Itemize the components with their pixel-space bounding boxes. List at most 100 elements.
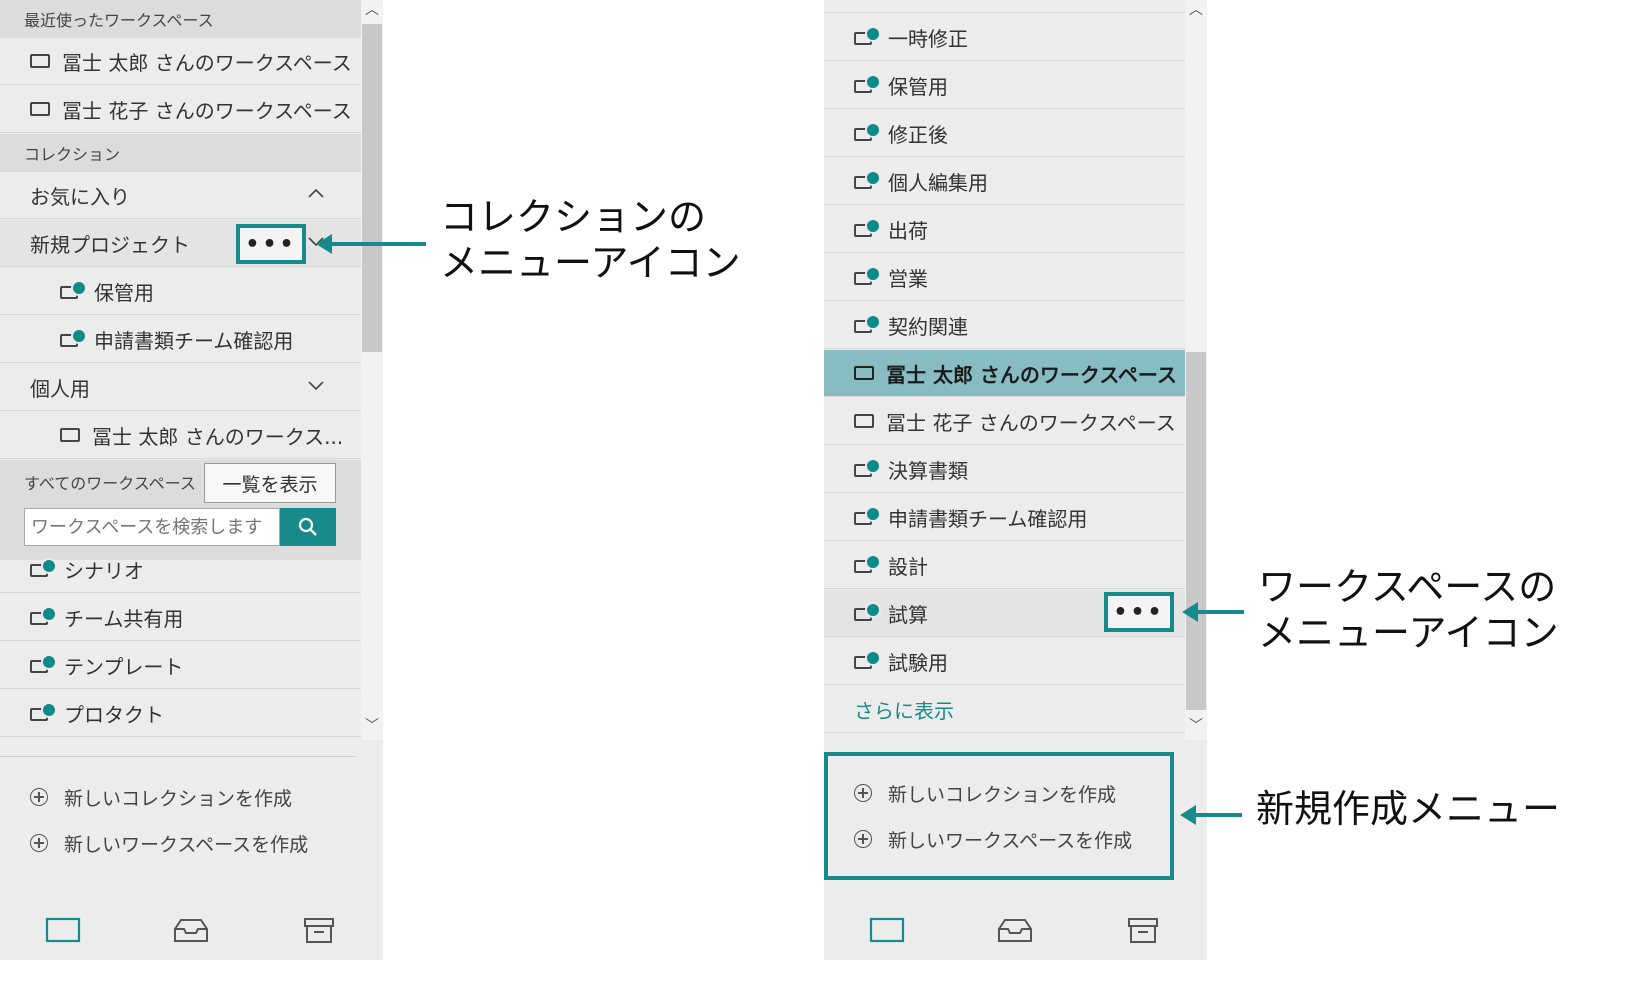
workspace-label: 保管用: [888, 74, 948, 99]
workspace-icon: [30, 102, 50, 116]
workspace-item[interactable]: チーム共有用: [0, 594, 361, 641]
scrollbar[interactable]: ︿ ﹀: [1185, 0, 1207, 740]
collections-header: コレクション: [0, 134, 361, 172]
collection-menu-button[interactable]: •••: [236, 224, 306, 264]
scroll-up-arrow[interactable]: ︿: [361, 0, 383, 20]
search-input[interactable]: [24, 508, 280, 546]
workspace-tab-icon[interactable]: [868, 915, 908, 945]
shared-workspace-icon: [30, 558, 57, 578]
workspace-item[interactable]: シナリオ: [0, 546, 361, 593]
workspace-item[interactable]: 決算書類: [824, 446, 1185, 493]
recent-workspaces-header: 最近使ったワークスペース: [0, 0, 361, 38]
workspace-item[interactable]: テンプレート: [0, 642, 361, 689]
collection-child-item[interactable]: 保管用: [0, 268, 361, 315]
bottom-tab-bar: [824, 900, 1207, 960]
create-menu-callout: 新規作成メニュー: [1256, 786, 1560, 832]
shared-workspace-icon: [60, 280, 87, 300]
workspace-label: 申請書類チーム確認用: [94, 328, 294, 353]
workspace-item-selected[interactable]: 冨士 太郎 さんのワークスペース: [824, 350, 1185, 397]
collection-child-item[interactable]: 申請書類チーム確認用: [0, 316, 361, 363]
workspace-item[interactable]: 保管用: [824, 62, 1185, 109]
callout-arrow: [1180, 805, 1242, 825]
workspace-label: チーム共有用: [64, 606, 184, 631]
scroll-down-arrow[interactable]: ﹀: [1185, 716, 1207, 736]
workspace-label: 出荷: [888, 218, 928, 243]
workspace-label: 修正後: [888, 122, 948, 147]
shared-workspace-icon: [854, 74, 881, 94]
workspace-icon: [30, 54, 50, 68]
inbox-tab-icon[interactable]: [171, 915, 211, 945]
shared-workspace-icon: [30, 702, 57, 722]
workspace-item[interactable]: 試験用: [824, 638, 1185, 685]
shared-workspace-icon: [854, 266, 881, 286]
callout-arrow: [1182, 602, 1244, 622]
workspace-item[interactable]: 一時修正: [824, 14, 1185, 61]
shared-workspace-icon: [854, 458, 881, 478]
scrollbar-thumb[interactable]: [1186, 352, 1206, 710]
workspace-label: 設計: [888, 554, 928, 579]
scroll-down-arrow[interactable]: ﹀: [361, 716, 383, 736]
workspace-label: 保管用: [94, 280, 154, 305]
workspace-item[interactable]: プロタクト: [0, 690, 361, 737]
bottom-tab-bar: [0, 900, 383, 960]
recent-header-label: 最近使ったワークスペース: [24, 11, 214, 30]
workspace-label: 試験用: [888, 650, 948, 675]
inbox-tab-icon[interactable]: [995, 915, 1035, 945]
workspace-panel-left: 最近使ったワークスペース 冨士 太郎 さんのワークスペース 冨士 花子 さんのワ…: [0, 0, 383, 960]
workspace-item[interactable]: 設計: [824, 542, 1185, 589]
workspace-label: テンプレート: [64, 654, 184, 679]
recent-item-label: 冨士 花子 さんのワークスペース: [62, 98, 352, 123]
workspace-item[interactable]: 営業: [824, 254, 1185, 301]
recent-item[interactable]: 冨士 太郎 さんのワークスペース: [0, 38, 361, 85]
shared-workspace-icon: [854, 170, 881, 190]
callout-line: メニューアイコン: [1258, 611, 1559, 655]
archive-tab-icon[interactable]: [1123, 915, 1163, 945]
callout-line: メニューアイコン: [440, 241, 741, 285]
callout-line: 新規作成メニュー: [1256, 787, 1561, 831]
workspace-item[interactable]: 冨士 花子 さんのワークスペース: [824, 398, 1185, 445]
workspace-tab-icon[interactable]: [44, 915, 84, 945]
collection-child-item[interactable]: 冨士 太郎 さんのワークス...: [0, 412, 361, 459]
collection-favorites[interactable]: お気に入り: [0, 172, 361, 219]
shared-workspace-icon: [854, 122, 881, 142]
workspace-label: 個人編集用: [888, 170, 988, 195]
workspace-menu-button[interactable]: •••: [1104, 592, 1174, 632]
chevron-down-icon[interactable]: [307, 376, 325, 394]
search-icon: [298, 517, 317, 536]
search-button[interactable]: [280, 508, 336, 546]
workspace-icon: [60, 428, 80, 442]
show-more-link[interactable]: さらに表示: [824, 686, 1185, 733]
shared-workspace-icon: [30, 606, 57, 626]
workspace-item[interactable]: 出荷: [824, 206, 1185, 253]
scroll-up-arrow[interactable]: ︿: [1185, 0, 1207, 20]
collections-header-label: コレクション: [24, 145, 121, 164]
workspace-label: シナリオ: [64, 558, 144, 583]
collection-new-project[interactable]: 新規プロジェクト: [0, 220, 361, 267]
search-box: [24, 508, 336, 546]
create-workspace-label: 新しいワークスペースを作成: [64, 833, 309, 856]
divider: [0, 756, 356, 757]
shared-workspace-icon: [60, 328, 87, 348]
create-workspace-item[interactable]: 新しいワークスペースを作成: [30, 820, 308, 866]
workspace-menu-callout: ワークスペースの メニューアイコン: [1258, 564, 1559, 656]
workspace-item[interactable]: 申請書類チーム確認用: [824, 494, 1185, 541]
workspace-item[interactable]: 個人編集用: [824, 158, 1185, 205]
create-collection-item[interactable]: 新しいコレクションを作成: [30, 774, 308, 820]
workspace-item[interactable]: 修正後: [824, 110, 1185, 157]
archive-tab-icon[interactable]: [299, 915, 339, 945]
workspace-label: 冨士 花子 さんのワークスペース: [886, 410, 1176, 435]
shared-workspace-icon: [854, 602, 881, 622]
workspace-label: 営業: [888, 266, 928, 291]
show-list-button[interactable]: 一覧を表示: [204, 463, 336, 503]
create-menu: 新しいコレクションを作成 新しいワークスペースを作成: [30, 774, 308, 866]
chevron-up-icon[interactable]: [307, 184, 325, 202]
collection-personal[interactable]: 個人用: [0, 364, 361, 411]
workspace-label: 冨士 太郎 さんのワークスペース: [886, 362, 1177, 387]
shared-workspace-icon: [854, 506, 881, 526]
scrollbar-thumb[interactable]: [362, 24, 382, 352]
workspace-label: 試算: [888, 602, 928, 627]
workspace-item[interactable]: 契約関連: [824, 302, 1185, 349]
show-more-label: さらに表示: [854, 698, 954, 723]
scrollbar[interactable]: ︿ ﹀: [361, 0, 383, 740]
recent-item[interactable]: 冨士 花子 さんのワークスペース: [0, 86, 361, 133]
